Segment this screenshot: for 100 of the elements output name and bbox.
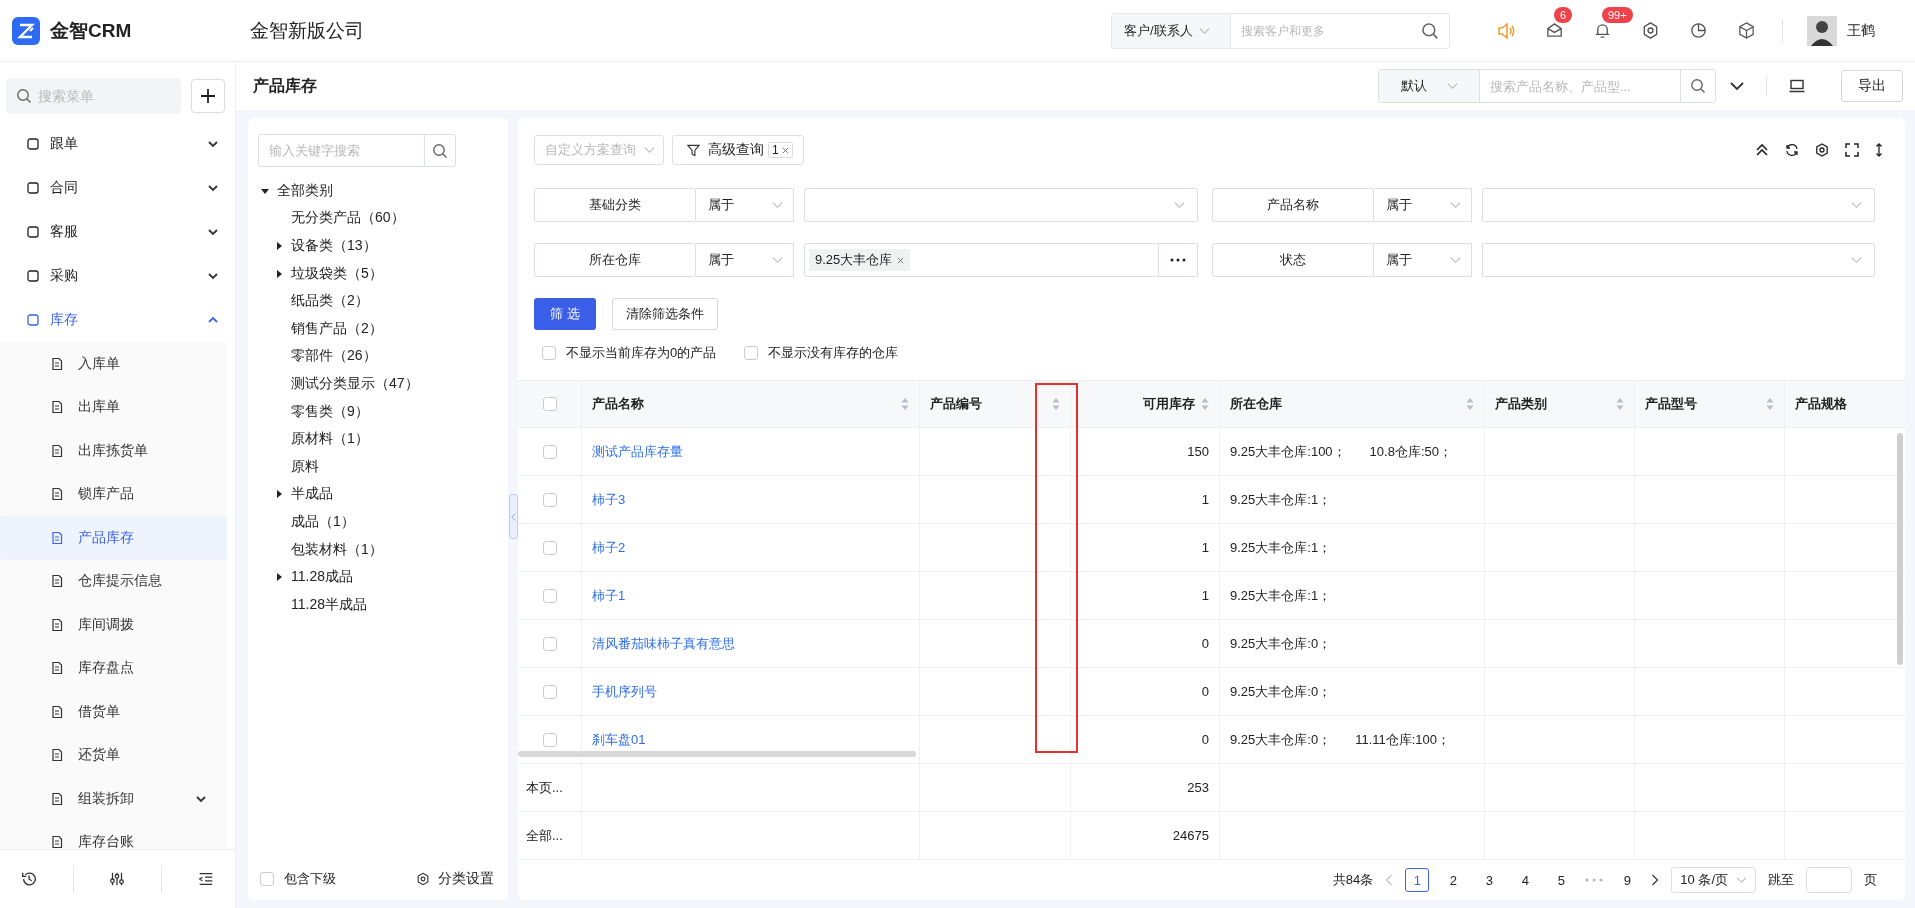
- operator-select[interactable]: 属于: [1373, 188, 1472, 222]
- product-link[interactable]: 手机序列号: [592, 682, 657, 701]
- checkbox[interactable]: [744, 346, 759, 360]
- expand-triangle-icon[interactable]: [261, 186, 269, 195]
- menu-item[interactable]: 库存: [0, 298, 235, 342]
- search-field[interactable]: 搜索产品名称、产品型...: [1480, 70, 1680, 102]
- menu-item[interactable]: 合同: [0, 166, 235, 210]
- product-link[interactable]: 清风番茄味柿子真有意思: [592, 634, 735, 653]
- page-button[interactable]: 3: [1477, 868, 1502, 892]
- tree-node[interactable]: 零部件（26）: [258, 342, 498, 371]
- collapse-handle[interactable]: [509, 494, 518, 539]
- checkbox[interactable]: [542, 346, 556, 360]
- tree-node[interactable]: 销售产品（2）: [258, 314, 498, 343]
- keyword-search-field[interactable]: 输入关键字搜索: [259, 135, 424, 166]
- next-page-icon[interactable]: [1651, 874, 1660, 886]
- tree-node[interactable]: 测试分类显示（47）: [258, 370, 498, 398]
- page-button[interactable]: 1: [1405, 868, 1430, 892]
- page-button[interactable]: 5: [1549, 868, 1574, 892]
- category-search-bar[interactable]: 输入关键字搜索: [258, 134, 456, 167]
- submenu-item[interactable]: 出库拣货单: [0, 429, 227, 473]
- page-size-select[interactable]: 10 条/页: [1671, 867, 1756, 893]
- tree-node[interactable]: 11.28半成品: [258, 590, 498, 619]
- submenu-item[interactable]: 组装拆卸: [0, 777, 227, 821]
- menu-search-input[interactable]: 搜索菜单: [36, 87, 160, 105]
- search-field[interactable]: 搜索客户和更多: [1231, 13, 1411, 48]
- tree-node[interactable]: 半成品: [258, 480, 498, 509]
- scope-select[interactable]: 客户/联系人: [1112, 13, 1231, 48]
- tree-node[interactable]: 原料: [258, 452, 498, 481]
- scrollbar[interactable]: [1897, 433, 1903, 665]
- tree-node[interactable]: 包装材料（1）: [258, 535, 498, 564]
- page-button[interactable]: 2: [1441, 868, 1466, 892]
- page-button[interactable]: 4: [1513, 868, 1538, 892]
- tree-node[interactable]: 原材料（1）: [258, 425, 498, 453]
- submenu-item[interactable]: 库存台账: [0, 820, 227, 849]
- product-link[interactable]: 测试产品库存量: [592, 442, 683, 461]
- close-icon[interactable]: [897, 256, 905, 264]
- menu-item[interactable]: 跟单: [0, 122, 235, 166]
- tree-node[interactable]: 垃圾袋类（5）: [258, 259, 498, 288]
- row-checkbox[interactable]: [542, 684, 557, 699]
- menu-search-field[interactable]: 搜索菜单: [6, 78, 181, 114]
- expand-triangle-icon[interactable]: [275, 490, 283, 499]
- expand-icon[interactable]: [1730, 81, 1744, 91]
- submenu-item[interactable]: 借货单: [0, 690, 227, 734]
- product-link[interactable]: 柿子3: [592, 490, 626, 509]
- advanced-query-button[interactable]: 高级查询 1: [672, 135, 804, 165]
- select-all-checkbox[interactable]: [542, 397, 557, 411]
- product-link[interactable]: 柿子2: [592, 538, 626, 557]
- view-select[interactable]: 默认: [1379, 70, 1480, 102]
- operator-select[interactable]: 属于: [696, 188, 794, 222]
- tree-node[interactable]: 设备类（13）: [258, 232, 498, 260]
- collapse-up-icon[interactable]: [1755, 143, 1769, 157]
- refresh-icon[interactable]: [1785, 143, 1799, 157]
- row-checkbox[interactable]: [542, 444, 557, 459]
- product-link[interactable]: 柿子1: [592, 586, 626, 605]
- row-checkbox[interactable]: [542, 540, 557, 555]
- fullscreen-icon[interactable]: [1845, 143, 1859, 157]
- tree-node[interactable]: 纸品类（2）: [258, 287, 498, 315]
- global-search-bar[interactable]: 客户/联系人 搜索客户和更多: [1111, 12, 1450, 49]
- operator-select[interactable]: 属于: [1373, 243, 1472, 277]
- product-search-bar[interactable]: 默认 搜索产品名称、产品型...: [1378, 69, 1716, 103]
- monitor-icon[interactable]: [1789, 79, 1805, 93]
- tree-node[interactable]: 全部类别: [258, 177, 498, 205]
- value-select[interactable]: 9.25大丰仓库: [804, 243, 1198, 277]
- tree-node[interactable]: 无分类产品（60）: [258, 204, 498, 233]
- tree-node[interactable]: 零售类（9）: [258, 397, 498, 426]
- avatar[interactable]: [1807, 15, 1837, 46]
- clear-filters-button[interactable]: 清除筛选条件: [611, 298, 718, 330]
- ellipsis-icon[interactable]: [1585, 878, 1604, 882]
- product-link[interactable]: 刹车盘01: [592, 730, 646, 749]
- row-height-icon[interactable]: [1875, 143, 1883, 157]
- row-checkbox[interactable]: [542, 636, 557, 651]
- expand-triangle-icon[interactable]: [275, 242, 283, 250]
- menu-item[interactable]: 采购: [0, 254, 235, 298]
- settings-icon[interactable]: [1815, 143, 1829, 157]
- user-name[interactable]: 王鹤: [1847, 21, 1875, 40]
- tree-node[interactable]: 11.28成品: [258, 563, 498, 591]
- row-checkbox[interactable]: [542, 732, 557, 747]
- submenu-item[interactable]: 锁库产品: [0, 472, 227, 516]
- expand-triangle-icon[interactable]: [275, 573, 283, 582]
- checkbox[interactable]: [260, 872, 274, 886]
- row-checkbox[interactable]: [542, 492, 557, 507]
- close-icon[interactable]: [781, 146, 789, 154]
- add-button[interactable]: [191, 79, 225, 113]
- export-button[interactable]: 导出: [1841, 70, 1903, 102]
- menu-item[interactable]: 客服: [0, 210, 235, 254]
- expand-triangle-icon[interactable]: [275, 269, 283, 278]
- submenu-item[interactable]: 库存盘点: [0, 646, 227, 690]
- submenu-item[interactable]: 还货单: [0, 733, 227, 777]
- scrollbar[interactable]: [518, 751, 916, 757]
- page-button[interactable]: 9: [1615, 868, 1640, 892]
- submenu-item[interactable]: 入库单: [0, 342, 227, 386]
- page-number-field[interactable]: [1806, 867, 1852, 893]
- submenu-item[interactable]: 产品库存: [0, 516, 227, 560]
- submenu-item[interactable]: 出库单: [0, 385, 227, 429]
- row-checkbox[interactable]: [542, 588, 557, 603]
- operator-select[interactable]: 属于: [696, 243, 794, 277]
- submenu-item[interactable]: 仓库提示信息: [0, 559, 227, 603]
- category-settings-link[interactable]: 分类设置: [416, 870, 494, 888]
- submenu-item[interactable]: 库间调拨: [0, 603, 227, 647]
- tree-node[interactable]: 成品（1）: [258, 508, 498, 536]
